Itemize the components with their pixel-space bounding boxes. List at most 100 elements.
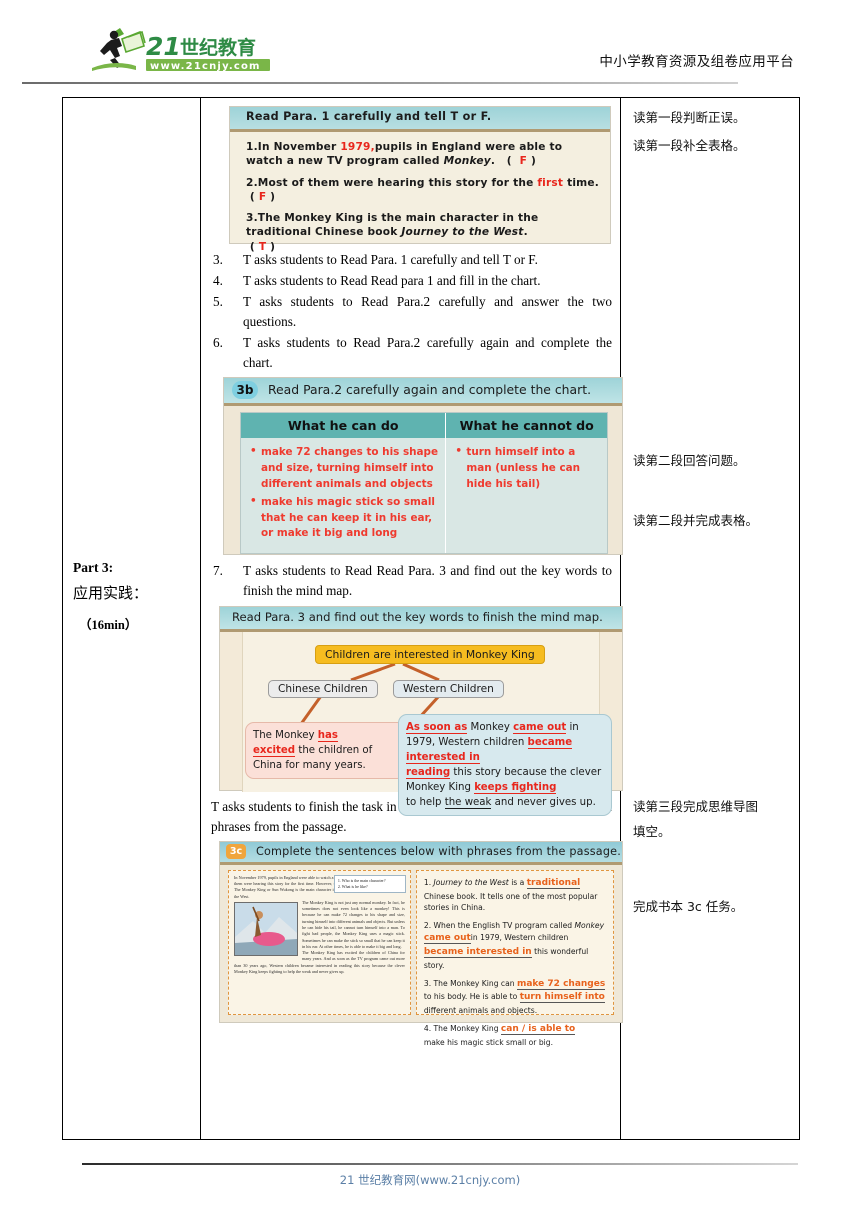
answer-program-title: Monkey: [574, 921, 605, 931]
slide-title: Read Para. 1 carefully and tell T or F.: [246, 110, 492, 123]
list-item: 5. T asks students to Read Para.2 careful…: [211, 292, 612, 332]
note-para1-tf: 读第一段判断正误。: [633, 110, 746, 125]
list-item: make 72 changes to his shape and size, t…: [250, 444, 438, 492]
answer-text: The Monkey King: [433, 1024, 501, 1034]
tf-number: 2.: [246, 176, 258, 189]
slide-read-para1-tf: Read Para. 1 carefully and tell T or F. …: [229, 106, 611, 253]
svg-text:世纪教育: 世纪教育: [180, 36, 256, 59]
answer-blank: make 72 changes: [516, 978, 606, 990]
answer-text: to his body. He is able to: [423, 992, 520, 1002]
header-divider: [22, 82, 738, 84]
mindmap-root-node: Children are interested in Monkey King: [315, 644, 545, 664]
answer-blank: can / is able to: [500, 1024, 576, 1036]
header-slogan: 中小学教育资源及组卷应用平台: [599, 54, 794, 70]
part-label: Part 3:: [73, 560, 114, 575]
note-para3-fill: 填空。: [633, 824, 671, 839]
answer-text: When the English TV program called: [433, 921, 575, 931]
leaf-text: and never gives up.: [491, 796, 596, 808]
footer-divider: [82, 1163, 798, 1165]
leaf-text: to help: [406, 796, 445, 808]
slide-title: Complete the sentences below with phrase…: [256, 844, 621, 858]
chart-header-cannot: What he cannot do: [446, 413, 607, 439]
answer-item: 4. The Monkey King can / is able to make…: [424, 1023, 606, 1049]
note-para2-chart: 读第二段并完成表格。: [633, 513, 759, 528]
step-number: 7.: [213, 563, 223, 579]
answer-text: Chinese book. It tells one of the most p…: [423, 891, 598, 913]
answer-number: 4.: [423, 1024, 432, 1034]
mindmap-leaf-chinese: The Monkey has excited the children of C…: [245, 721, 406, 780]
monkey-king-illustration: [234, 901, 298, 956]
answer-blank: turn himself into: [519, 992, 605, 1004]
leaf-blank: excited: [253, 744, 296, 757]
mindmap-node-western-children: Western Children: [393, 679, 504, 698]
tf-answer: F: [519, 155, 528, 168]
leaf-blank: As soon as: [406, 721, 468, 734]
slide-3c: 3c Complete the sentences below with phr…: [219, 840, 623, 1047]
tf-text-pre: Most of them were hearing this story for…: [257, 176, 538, 189]
slide-title-bar: Read Para. 1 carefully and tell T or F.: [230, 107, 610, 132]
chart-list-cannot: turn himself into a man (unless he can h…: [446, 438, 607, 503]
document-page: 21 世纪教育 www.21cnjy.com 中小学教育资源及组卷应用平台 Pa…: [0, 0, 860, 1216]
note-para1-chart: 读第一段补全表格。: [633, 138, 746, 153]
step-text: T asks students to Read Para.2 carefully…: [243, 335, 612, 371]
answers-panel: 1. Journey to the West is a traditional …: [415, 869, 614, 1047]
answer-text: is a: [508, 877, 527, 887]
list-item: make his magic stick so small that he ca…: [250, 494, 438, 542]
leaf-text: Monkey: [467, 721, 514, 733]
answer-text: in 1979, Western children: [470, 932, 569, 942]
logo-wordmark: 21 世纪教育: [146, 32, 256, 61]
answer-text: make his magic stick small or big.: [423, 1038, 554, 1048]
step-text: T asks students to Read Read Para. 3 and…: [243, 563, 612, 599]
chart-column-can: What he can do make 72 changes to his sh…: [241, 413, 447, 554]
list-item: 6. T asks students to Read Para.2 careful…: [211, 333, 612, 373]
svg-text:21: 21: [146, 32, 181, 61]
footer-text: 21 世纪教育网(www.21cnjy.com): [339, 1173, 521, 1187]
answer-number: 3.: [423, 978, 432, 988]
tf-answer: F: [258, 190, 267, 203]
tf-item: 2.Most of them were hearing this story f…: [246, 176, 600, 203]
tf-number: 3.: [246, 212, 258, 225]
slide-body: 1.In November 1979,pupils in England wer…: [230, 132, 610, 254]
runner-icon: [92, 28, 146, 71]
tf-book-title: Monkey: [443, 155, 491, 168]
leaf-text: The Monkey: [253, 729, 318, 741]
leaf-blank: keeps fighting: [474, 781, 557, 794]
tf-text-pre: In November: [257, 141, 341, 153]
tf-book-title: Journey to the West: [401, 226, 524, 239]
answer-blank: traditional: [526, 877, 581, 889]
slide-badge-3c: 3c: [226, 843, 246, 859]
tf-number: 1.: [246, 141, 258, 153]
can-cannot-chart: What he can do make 72 changes to his sh…: [240, 412, 608, 555]
step-number: 5.: [213, 294, 223, 310]
note-para2-answer: 读第二段回答问题。: [633, 453, 746, 468]
slide-title-bar: 3b Read Para.2 carefully again and compl…: [224, 378, 622, 407]
brand-logo: 21 世纪教育 www.21cnjy.com: [84, 24, 270, 78]
answer-blank: came out: [423, 932, 471, 944]
tf-item: 3.The Monkey King is the main character …: [246, 212, 539, 253]
leaf-blank: came out: [513, 721, 567, 734]
list-item: 3. T asks students to Read Para. 1 carefu…: [211, 250, 612, 270]
table-column-stage: Part 3: 应用实践： （16min）: [63, 98, 201, 1139]
tf-item: 1.In November 1979,pupils in England wer…: [246, 141, 563, 168]
svg-text:www.21cnjy.com: www.21cnjy.com: [150, 61, 261, 72]
chart-column-cannot: What he cannot do turn himself into a ma…: [446, 413, 607, 554]
answer-text: different animals and objects.: [423, 1006, 538, 1016]
slide-body: What he can do make 72 changes to his sh…: [224, 406, 622, 555]
step-text: T asks students to Read Para. 1 carefull…: [243, 252, 538, 267]
mindmap-node-chinese-children: Chinese Children: [268, 679, 378, 698]
leaf-blank: reading: [406, 766, 451, 779]
step-text: T asks students to Read Para.2 carefully…: [243, 294, 612, 330]
answer-number: 1.: [423, 877, 432, 887]
activity-step-list-2: 7. T asks students to Read Read Para. 3 a…: [211, 561, 612, 601]
step-text: T asks students to Read Read para 1 and …: [243, 273, 541, 289]
mindmap-leaf-western: As soon as Monkey came out in 1979, West…: [398, 713, 612, 817]
step-number: 4.: [213, 273, 223, 289]
tf-text-post: .: [490, 155, 496, 168]
passage-panel: 1. Who is the main character? 2. What is…: [228, 869, 411, 1015]
mindmap-canvas: Children are interested in Monkey King C…: [242, 631, 612, 817]
part-chinese-label: 应用实践：: [73, 584, 149, 602]
table-column-notes: 读第一段判断正误。 读第一段补全表格。 读第二段回答问题。 读第二段并完成表格。…: [621, 98, 799, 1139]
tf-highlight: 1979,: [340, 141, 375, 153]
part-block: Part 3: 应用实践： （16min）: [73, 560, 198, 633]
step-number: 6.: [213, 335, 223, 351]
